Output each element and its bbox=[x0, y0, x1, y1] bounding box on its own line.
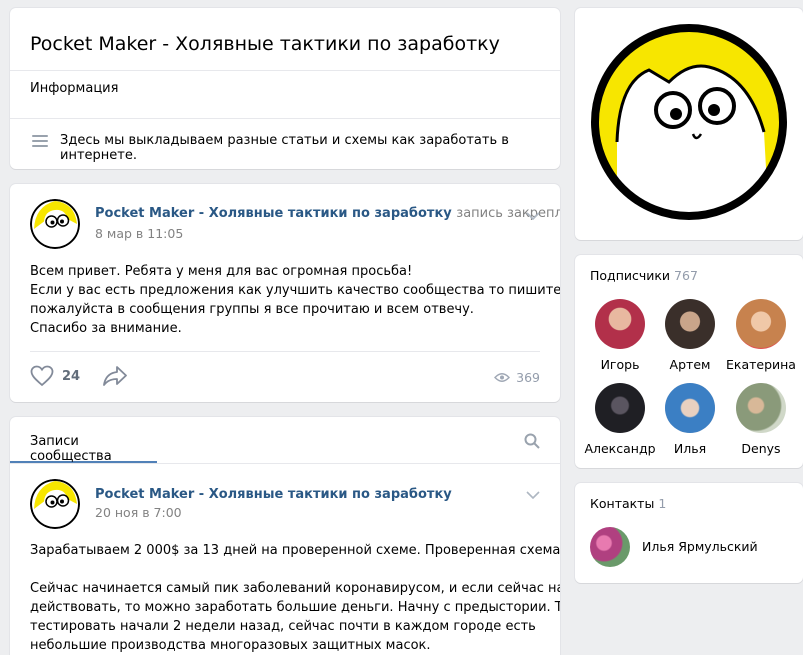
avatar bbox=[736, 383, 786, 433]
post-text-line: действовать, то можно заработать большие… bbox=[30, 600, 560, 615]
subscribers-count: 767 bbox=[674, 268, 698, 283]
subscribers-block: Подписчики 767 Игорь Артем Екатерина Алек… bbox=[575, 255, 803, 468]
views-counter: 369 bbox=[494, 370, 540, 385]
search-icon[interactable] bbox=[524, 433, 540, 449]
subscriber-name: Екатерина bbox=[726, 357, 796, 372]
subscriber-item[interactable]: Артем bbox=[650, 299, 730, 372]
post-author-link[interactable]: Pocket Maker - Холявные тактики по зараб… bbox=[95, 487, 452, 502]
subscriber-item[interactable]: Александр bbox=[580, 383, 660, 456]
chevron-down-icon[interactable] bbox=[526, 212, 540, 220]
subscriber-name: Александр bbox=[584, 441, 656, 456]
group-avatar[interactable] bbox=[30, 479, 80, 529]
subscriber-name: Игорь bbox=[600, 357, 640, 372]
chevron-down-icon[interactable] bbox=[526, 491, 540, 499]
divider bbox=[30, 351, 540, 352]
post-text-line: Если у вас есть предложения как улучшить… bbox=[30, 283, 560, 298]
divider bbox=[10, 118, 560, 119]
post-author-link[interactable]: Pocket Maker - Холявные тактики по зараб… bbox=[95, 206, 560, 221]
group-title: Pocket Maker - Холявные тактики по зараб… bbox=[30, 33, 500, 55]
divider bbox=[10, 70, 560, 71]
subscriber-name: Артем bbox=[669, 357, 711, 372]
share-arrow-icon bbox=[103, 366, 127, 386]
share-button[interactable] bbox=[102, 365, 128, 391]
avatar bbox=[595, 383, 645, 433]
divider bbox=[10, 463, 560, 464]
contacts-count: 1 bbox=[658, 496, 667, 511]
subscriber-name: Denys bbox=[741, 441, 781, 456]
group-avatar[interactable] bbox=[30, 199, 80, 249]
group-photo-card bbox=[575, 8, 803, 240]
post-text-line: Зарабатываем 2 000$ за 13 дней на провер… bbox=[30, 543, 560, 558]
heart-icon bbox=[30, 365, 54, 387]
avatar bbox=[665, 299, 715, 349]
subscriber-item[interactable]: Игорь bbox=[580, 299, 660, 372]
post-text-line: Сейчас начинается самый пик заболеваний … bbox=[30, 581, 560, 596]
description-lines-icon bbox=[32, 135, 48, 147]
tab-community-posts[interactable]: Записи сообщества bbox=[10, 417, 157, 464]
post-text-line: Всем привет. Ребята у меня для вас огром… bbox=[30, 264, 413, 279]
eye-icon bbox=[494, 373, 511, 382]
post-text-line: тестировать начали 2 недели назад, сейча… bbox=[30, 619, 536, 634]
post-text: Всем привет. Ребята у меня для вас огром… bbox=[30, 262, 560, 338]
subscriber-name: Илья bbox=[673, 441, 707, 456]
post-date[interactable]: 20 ноя в 7:00 bbox=[95, 505, 182, 520]
like-count: 24 bbox=[62, 368, 81, 384]
contact-name[interactable]: Илья Ярмульский bbox=[642, 539, 758, 554]
post-text-line: небольшие производства многоразовых защи… bbox=[30, 638, 431, 653]
group-description: Здесь мы выкладываем разные статьи и схе… bbox=[60, 133, 509, 163]
post-text-line: пожалуйста в сообщения группы я все проч… bbox=[30, 302, 474, 317]
like-button[interactable]: 24 bbox=[30, 365, 80, 387]
avatar bbox=[736, 299, 786, 349]
contacts-block: Контакты 1 Илья Ярмульский bbox=[575, 483, 803, 583]
avatar bbox=[595, 299, 645, 349]
subscribers-title[interactable]: Подписчики 767 bbox=[590, 268, 698, 283]
tab-label: Записи сообщества bbox=[30, 434, 112, 464]
subscriber-item[interactable]: Илья bbox=[650, 383, 730, 456]
views-count: 369 bbox=[516, 370, 540, 385]
subscriber-item[interactable]: Denys bbox=[721, 383, 801, 456]
group-photo[interactable] bbox=[589, 22, 789, 222]
community-posts-card: Записи сообщества Pocket Maker - Холявны… bbox=[10, 417, 560, 655]
subscriber-item[interactable]: Екатерина bbox=[721, 299, 801, 372]
post-text-line: Спасибо за внимание. bbox=[30, 321, 182, 336]
pinned-note: запись закреплена bbox=[456, 206, 560, 221]
contacts-title[interactable]: Контакты 1 bbox=[590, 496, 666, 511]
pinned-post: Pocket Maker - Холявные тактики по зараб… bbox=[10, 184, 560, 402]
group-header-card: Pocket Maker - Холявные тактики по зараб… bbox=[10, 8, 560, 169]
info-section-label: Информация bbox=[30, 81, 119, 96]
post-date[interactable]: 8 мар в 11:05 bbox=[95, 226, 183, 241]
avatar bbox=[665, 383, 715, 433]
post-text: Зарабатываем 2 000$ за 13 дней на провер… bbox=[30, 541, 560, 655]
avatar[interactable] bbox=[590, 527, 630, 567]
